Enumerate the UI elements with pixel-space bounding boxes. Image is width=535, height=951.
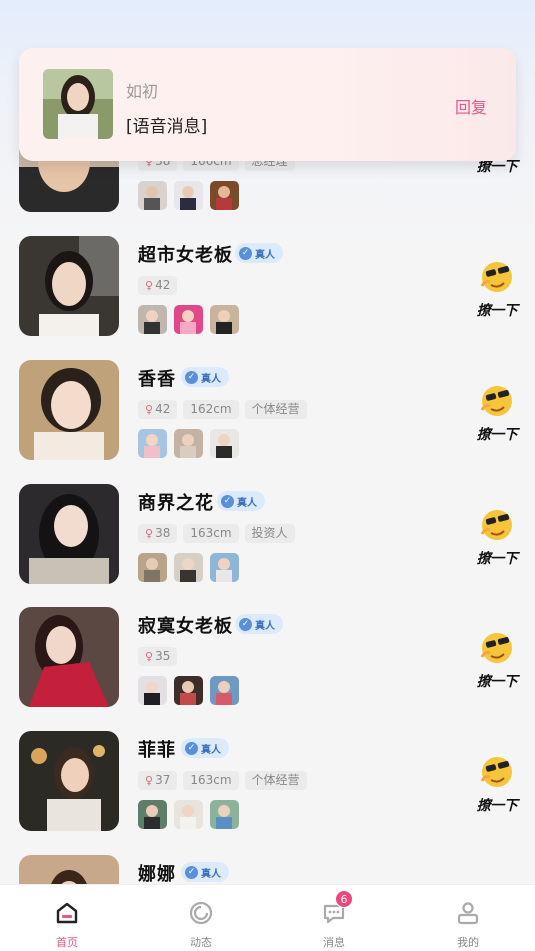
photo-thumbnails (138, 553, 239, 582)
photo-thumbnail[interactable] (174, 800, 203, 829)
age-tag: ♀ 38 (138, 524, 178, 543)
location-pin-icon: ♀ (145, 527, 154, 540)
photo-thumbnail[interactable] (174, 305, 203, 334)
age-tag: ♀ 37 (138, 771, 178, 790)
message-notification[interactable]: 如初 [语音消息] 回复 (19, 48, 516, 161)
age-tag: ♀ 42 (138, 400, 178, 419)
verified-icon: ✓ (185, 370, 198, 384)
reply-button[interactable]: 回复 (455, 94, 487, 118)
list-item[interactable]: 寂寞女老板 ✓ 真人 ♀ 35 撩一下 (0, 607, 535, 711)
photo-thumbnails (138, 305, 239, 334)
verified-icon: ✓ (221, 494, 234, 508)
avatar[interactable] (19, 360, 119, 460)
verified-badge: ✓ 真人 (217, 491, 265, 511)
verified-icon: ✓ (239, 246, 252, 260)
user-name: 娜娜 (138, 864, 176, 885)
flirt-button[interactable]: 撩一下 (472, 380, 522, 450)
photo-thumbnail[interactable] (210, 305, 239, 334)
user-name: 寂寞女老板 (138, 616, 233, 637)
verified-icon: ✓ (239, 617, 252, 631)
photo-thumbnail[interactable] (174, 676, 203, 705)
tag-list: ♀ 42 162cm 个体经营 (138, 400, 307, 419)
photo-thumbnail[interactable] (138, 676, 167, 705)
avatar[interactable] (19, 731, 119, 831)
unread-badge: 6 (335, 890, 353, 908)
photo-thumbnails (138, 676, 239, 705)
message-preview: [语音消息] (126, 117, 208, 137)
moments-icon (189, 901, 213, 925)
avatar[interactable] (19, 484, 119, 584)
cool-face-icon (480, 757, 512, 787)
cool-face-icon (480, 386, 512, 416)
bottom-tab-bar: 首页 动态 消息 我的 (0, 884, 535, 951)
verified-icon: ✓ (185, 865, 198, 879)
photo-thumbnail[interactable] (138, 800, 167, 829)
photo-thumbnail[interactable] (138, 553, 167, 582)
photo-thumbnail[interactable] (174, 553, 203, 582)
photo-thumbnails (138, 429, 239, 458)
job-tag: 个体经营 (244, 771, 307, 790)
verified-badge: ✓ 真人 (235, 614, 283, 634)
photo-thumbnails (138, 800, 239, 829)
tag-list: ♀ 42 (138, 276, 178, 295)
photo-thumbnail[interactable] (210, 553, 239, 582)
avatar[interactable] (19, 236, 119, 336)
location-pin-icon: ♀ (145, 279, 154, 292)
tag-list: ♀ 37 163cm 个体经营 (138, 771, 307, 790)
tab-moments[interactable]: 动态 (161, 885, 241, 951)
tab-home[interactable]: 首页 (27, 885, 107, 951)
home-icon (56, 902, 78, 924)
cool-face-icon (480, 633, 512, 663)
list-item[interactable]: 菲菲 ✓ 真人 ♀ 37 163cm 个体经营 撩一下 (0, 731, 535, 835)
photo-thumbnail[interactable] (138, 305, 167, 334)
sender-name: 如初 (126, 82, 159, 101)
flirt-button[interactable]: 撩一下 (472, 504, 522, 574)
location-pin-icon: ♀ (145, 403, 154, 416)
verified-badge: ✓ 真人 (181, 862, 229, 882)
flirt-button[interactable]: 撩一下 (472, 751, 522, 821)
photo-thumbnails (138, 181, 239, 210)
height-tag: 163cm (183, 524, 239, 543)
verified-icon: ✓ (185, 741, 198, 755)
photo-thumbnail[interactable] (210, 429, 239, 458)
verified-badge: ✓ 真人 (235, 243, 283, 263)
photo-thumbnail[interactable] (174, 181, 203, 210)
job-tag: 个体经营 (244, 400, 307, 419)
tab-profile[interactable]: 我的 (428, 885, 508, 951)
location-pin-icon: ♀ (145, 650, 154, 663)
cool-face-icon (480, 262, 512, 292)
job-tag: 投资人 (244, 524, 295, 543)
notification-avatar (43, 69, 113, 139)
photo-thumbnail[interactable] (138, 429, 167, 458)
photo-thumbnail[interactable] (138, 181, 167, 210)
tag-list: ♀ 35 (138, 647, 178, 666)
cool-face-icon (480, 510, 512, 540)
photo-thumbnail[interactable] (210, 676, 239, 705)
location-pin-icon: ♀ (145, 774, 154, 787)
photo-thumbnail[interactable] (210, 800, 239, 829)
verified-badge: ✓ 真人 (181, 738, 229, 758)
list-item[interactable]: 超市女老板 ✓ 真人 ♀ 42 撩一下 (0, 236, 535, 340)
photo-thumbnail[interactable] (174, 429, 203, 458)
height-tag: 163cm (183, 771, 239, 790)
list-item[interactable]: 商界之花 ✓ 真人 ♀ 38 163cm 投资人 撩一下 (0, 484, 535, 588)
user-name: 超市女老板 (138, 245, 233, 266)
profile-icon (457, 902, 479, 925)
flirt-button[interactable]: 撩一下 (472, 627, 522, 697)
tab-messages[interactable]: 消息 (294, 885, 374, 951)
tag-list: ♀ 38 163cm 投资人 (138, 524, 295, 543)
verified-badge: ✓ 真人 (181, 367, 229, 387)
user-name: 商界之花 (138, 493, 214, 514)
age-tag: ♀ 35 (138, 647, 178, 666)
age-tag: ♀ 42 (138, 276, 178, 295)
photo-thumbnail[interactable] (210, 181, 239, 210)
height-tag: 162cm (183, 400, 239, 419)
list-item[interactable]: 香香 ✓ 真人 ♀ 42 162cm 个体经营 撩一下 (0, 360, 535, 464)
avatar[interactable] (19, 607, 119, 707)
user-name: 香香 (138, 369, 176, 390)
flirt-button[interactable]: 撩一下 (472, 256, 522, 326)
user-name: 菲菲 (138, 740, 176, 761)
